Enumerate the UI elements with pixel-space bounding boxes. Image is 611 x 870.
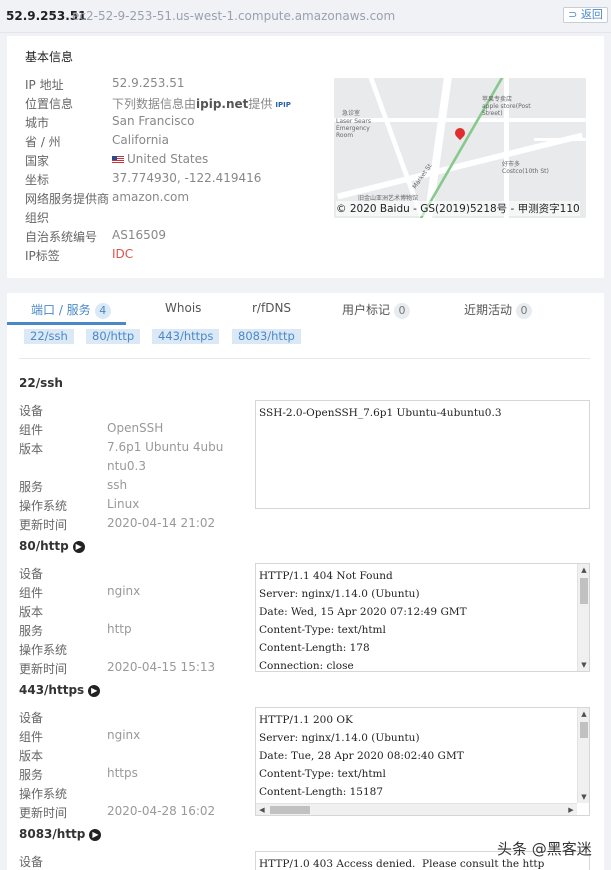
- port-chip-80[interactable]: 80/http: [86, 329, 141, 344]
- top-bar: 52.9.253.51 ec2-52-9-253-51.us-west-1.co…: [0, 0, 611, 33]
- service-title-80: 80/http ▶: [19, 539, 85, 553]
- banner-text: SSH-2.0-OpenSSH_7.6p1 Ubuntu-4ubuntu0.3: [259, 407, 502, 419]
- scroll-up-icon[interactable]: ▲: [578, 564, 589, 576]
- banner-box-443[interactable]: HTTP/1.1 200 OK Server: nginx/1.14.0 (Ub…: [255, 707, 590, 816]
- info-row-asn: 自治系统编号 AS16509: [25, 228, 166, 244]
- tab-rfdns[interactable]: r/fDNS: [252, 301, 291, 315]
- scroll-down-icon[interactable]: ▼: [578, 791, 589, 803]
- scroll-down-icon[interactable]: ▼: [578, 659, 589, 671]
- info-row-tag: IP标签 IDC: [25, 247, 134, 263]
- watermark: 头条 @黑客迷: [497, 840, 592, 858]
- service-title-22: 22/ssh: [19, 376, 63, 390]
- service-title-443: 443/https ▶: [19, 683, 101, 697]
- chevron-right-icon[interactable]: ▶: [72, 540, 85, 553]
- info-row-location: 位置信息 下列数据信息由ipip.net提供 IPIP: [25, 97, 291, 111]
- tab-recent-activity[interactable]: 近期活动 0: [464, 301, 533, 319]
- scroll-up-icon[interactable]: ▲: [578, 708, 589, 720]
- port-chip-8083[interactable]: 8083/http: [232, 329, 301, 344]
- tab-bar: 端口 / 服务 4 Whois r/fDNS 用户标记 0 近期活动 0: [7, 293, 604, 325]
- info-row-isp: 网络服务提供商 amazon.com: [25, 190, 190, 206]
- service-title-8083: 8083/http ▶: [19, 827, 102, 841]
- scrollbar-thumb[interactable]: [580, 578, 588, 604]
- banner-text: HTTP/1.1 200 OK Server: nginx/1.14.0 (Ub…: [259, 714, 464, 798]
- info-row-state: 省 / 州 California: [25, 133, 169, 149]
- ipip-logo-icon: IPIP: [275, 100, 291, 109]
- scrollbar-thumb[interactable]: [580, 722, 588, 738]
- ipip-link[interactable]: ipip.net: [196, 97, 248, 111]
- port-chip-443[interactable]: 443/https: [152, 329, 220, 344]
- back-button[interactable]: ⊃ 返回: [563, 7, 608, 23]
- tab-user-marks[interactable]: 用户标记 0: [342, 301, 411, 319]
- us-flag-icon: [112, 155, 124, 164]
- active-tab-indicator: [7, 322, 126, 325]
- vertical-scrollbar[interactable]: ▲ ▼: [577, 564, 589, 671]
- port-chip-22[interactable]: 22/ssh: [24, 329, 74, 344]
- basic-info-title: 基本信息: [25, 50, 74, 64]
- vertical-scrollbar[interactable]: ▲ ▼: [577, 708, 589, 803]
- info-row-ip: IP 地址 52.9.253.51: [25, 76, 185, 92]
- scrollbar-thumb[interactable]: [270, 806, 310, 814]
- tab-count-badge: 0: [516, 303, 533, 319]
- info-row-org: 组织: [25, 211, 50, 225]
- tab-count-badge: 0: [394, 303, 411, 319]
- basic-info-card: 基本信息 IP 地址 52.9.253.51 位置信息 下列数据信息由ipip.…: [7, 36, 604, 278]
- map-copyright: © 2020 Baidu - GS(2019)5218号 - 甲测资字110: [336, 201, 580, 216]
- ports-card: 端口 / 服务 4 Whois r/fDNS 用户标记 0 近期活动 0 22/ssh…: [7, 293, 604, 870]
- horizontal-scrollbar[interactable]: ◀ ▶: [256, 803, 577, 815]
- banner-text: HTTP/1.1 404 Not Found Server: nginx/1.1…: [259, 570, 467, 672]
- chevron-right-icon[interactable]: ▶: [88, 684, 101, 697]
- location-map[interactable]: 急诊室 Laser Sears Emergency Room 苹果专卖店 app…: [334, 78, 586, 218]
- divider: [19, 358, 590, 359]
- tab-whois[interactable]: Whois: [165, 301, 201, 315]
- header-hostname: ec2-52-9-253-51.us-west-1.compute.amazon…: [72, 9, 396, 23]
- tab-ports-services[interactable]: 端口 / 服务 4: [31, 301, 111, 319]
- tab-count-badge: 4: [94, 303, 111, 319]
- banner-box-22[interactable]: SSH-2.0-OpenSSH_7.6p1 Ubuntu-4ubuntu0.3: [255, 400, 590, 509]
- info-row-coordinates: 坐标 37.774930, -122.419416: [25, 171, 262, 187]
- banner-box-80[interactable]: HTTP/1.1 404 Not Found Server: nginx/1.1…: [255, 563, 590, 672]
- scroll-right-icon[interactable]: ▶: [565, 804, 577, 815]
- chevron-right-icon[interactable]: ▶: [89, 828, 102, 841]
- info-row-city: 城市 San Francisco: [25, 114, 195, 130]
- info-row-country: 国家 United States: [25, 152, 209, 168]
- scroll-left-icon[interactable]: ◀: [256, 804, 268, 815]
